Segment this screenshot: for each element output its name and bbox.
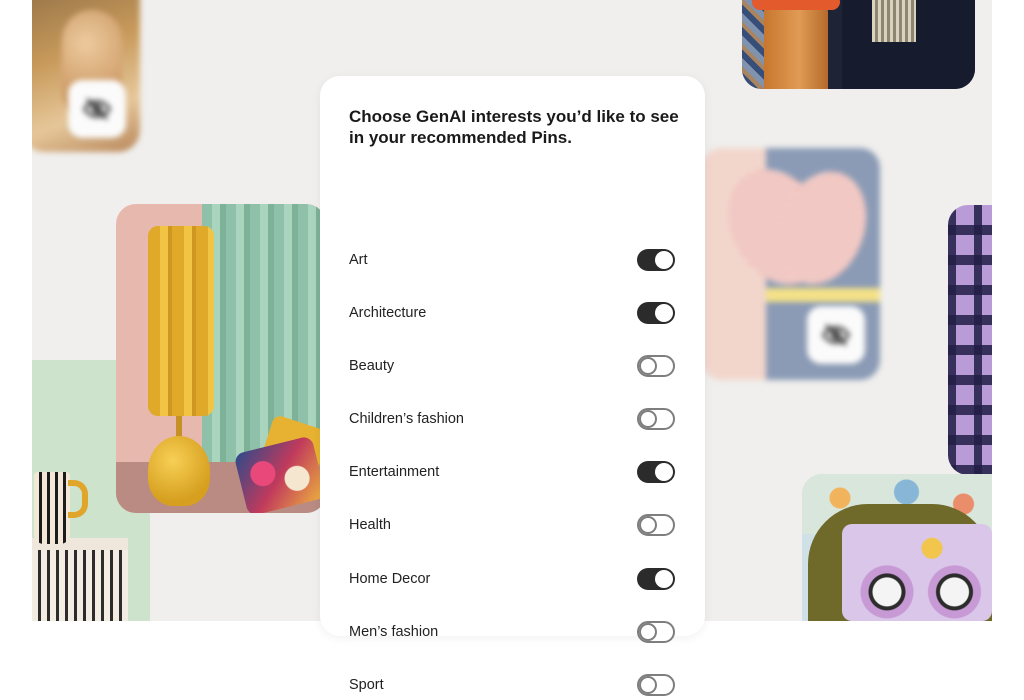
interest-toggle[interactable]: [637, 568, 675, 590]
floral-chair-pin[interactable]: [802, 474, 992, 621]
interest-toggle[interactable]: [637, 249, 675, 271]
interest-row-childrens-fashion: Children’s fashion: [349, 404, 675, 434]
toggle-knob: [655, 463, 673, 481]
interest-toggle[interactable]: [637, 355, 675, 377]
interest-label: Men’s fashion: [349, 624, 439, 640]
interest-row-mens-fashion: Men’s fashion: [349, 617, 675, 647]
eye-off-icon: [822, 324, 850, 346]
interest-label: Art: [349, 252, 368, 268]
toggle-knob: [655, 251, 673, 269]
toggle-knob: [639, 516, 657, 534]
striped-stool: [32, 538, 128, 621]
hidden-pin-badge: [807, 306, 865, 364]
stool-sofa-pin[interactable]: [742, 0, 975, 89]
interest-row-sport: Sport: [349, 670, 675, 700]
toggle-knob: [639, 623, 657, 641]
interest-toggle[interactable]: [637, 674, 675, 696]
interest-row-art: Art: [349, 245, 675, 275]
interest-label: Children’s fashion: [349, 411, 464, 427]
interest-label: Entertainment: [349, 464, 440, 480]
interest-toggle[interactable]: [637, 514, 675, 536]
interest-label: Home Decor: [349, 571, 431, 587]
plaid-pin[interactable]: [948, 205, 992, 475]
yellow-stripe: [766, 288, 880, 302]
interest-row-health: Health: [349, 510, 675, 540]
toggle-knob: [639, 410, 657, 428]
interest-toggle[interactable]: [637, 302, 675, 324]
stool-top: [752, 0, 840, 10]
blanket-fringe: [872, 0, 916, 42]
interest-row-entertainment: Entertainment: [349, 457, 675, 487]
interest-toggle[interactable]: [637, 408, 675, 430]
lamp-shade: [148, 226, 214, 416]
card-title: Choose GenAI interests you’d like to see…: [349, 107, 679, 147]
lamp-base: [148, 436, 210, 506]
eye-off-icon: [83, 98, 111, 120]
interest-toggle[interactable]: [637, 461, 675, 483]
stool-image: [764, 2, 828, 89]
interest-label: Architecture: [349, 305, 427, 321]
interest-label: Health: [349, 517, 391, 533]
interest-row-beauty: Beauty: [349, 351, 675, 381]
toggle-knob: [639, 676, 657, 694]
mug-handle: [68, 480, 88, 518]
interest-label: Beauty: [349, 358, 395, 374]
yellow-lamp-pin[interactable]: [116, 204, 326, 513]
interest-row-architecture: Architecture: [349, 298, 675, 328]
interest-label: Sport: [349, 677, 384, 693]
toggle-knob: [639, 357, 657, 375]
interest-toggle[interactable]: [637, 621, 675, 643]
toggle-knob: [655, 570, 673, 588]
striped-mug: [34, 472, 70, 544]
flower-cushion: [842, 524, 992, 621]
genai-interests-card: Choose GenAI interests you’d like to see…: [320, 76, 705, 696]
interest-row-home-decor: Home Decor: [349, 564, 675, 594]
hidden-pin-badge: [68, 80, 126, 138]
toggle-knob: [655, 304, 673, 322]
